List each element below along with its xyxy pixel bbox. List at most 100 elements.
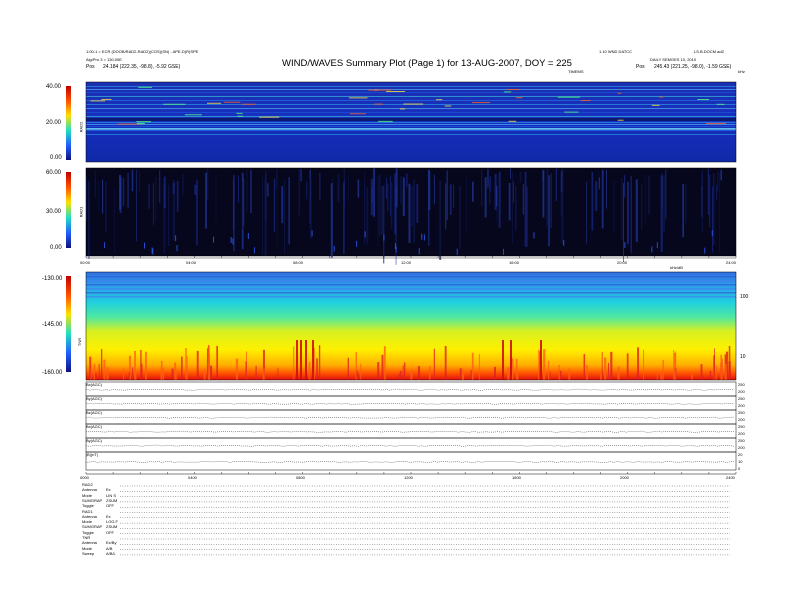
tnr-burst bbox=[103, 359, 106, 380]
rad2-feature bbox=[386, 91, 406, 93]
rad1-streak bbox=[606, 169, 608, 209]
rad2-band bbox=[86, 118, 736, 121]
rad1-streak bbox=[250, 169, 252, 214]
rad1-streak bbox=[445, 183, 447, 230]
rad2-ytick: 40.00 bbox=[46, 84, 62, 90]
rad1-streak bbox=[381, 186, 383, 235]
rad1-streak bbox=[215, 174, 217, 222]
rad2-band bbox=[86, 89, 736, 90]
bottom-time-label: 1600 bbox=[512, 475, 521, 480]
tnr-burst bbox=[101, 349, 103, 380]
line-panel-label: By(AGC) bbox=[86, 396, 102, 401]
rad2-feature bbox=[471, 102, 491, 104]
rad1-streak bbox=[495, 186, 498, 207]
tnr-burst bbox=[132, 367, 134, 380]
rad1-streak bbox=[550, 173, 552, 229]
rad1-streak bbox=[267, 183, 269, 197]
line-panel-frame bbox=[85, 395, 737, 411]
rad1-streak bbox=[623, 183, 624, 263]
rad1-streak bbox=[172, 182, 175, 194]
tnr-burst bbox=[538, 349, 540, 380]
header-left-line1: 1:00-1 = ECR (DOOB/RAD2-RAD2)(COS)(SN) -… bbox=[86, 49, 199, 54]
rad1-streak bbox=[512, 181, 514, 203]
top-time-label: 12:00 bbox=[401, 260, 412, 265]
rad2-feature bbox=[697, 98, 710, 100]
rad2-band bbox=[86, 112, 736, 113]
rad1-streak bbox=[665, 169, 667, 220]
tnr-ytick: -130.00 bbox=[42, 276, 63, 282]
rad1-streak bbox=[656, 242, 658, 249]
rad2-feature bbox=[374, 103, 383, 105]
tnr-burst bbox=[607, 363, 610, 380]
rad2-feature bbox=[207, 102, 222, 104]
tnr-burst bbox=[600, 373, 602, 380]
rad1-streak bbox=[138, 170, 141, 192]
rad2-feature bbox=[705, 123, 726, 125]
rad2-feature bbox=[101, 98, 112, 100]
tnr-burst bbox=[106, 367, 109, 380]
tnr-burst bbox=[502, 340, 504, 380]
rad2-feature bbox=[136, 121, 152, 123]
bottom-time-label: 1200 bbox=[404, 475, 413, 480]
tnr-burst bbox=[144, 351, 147, 380]
rad2-feature bbox=[444, 105, 452, 107]
rad1-streak bbox=[319, 172, 321, 201]
line-panel-tick: 250 bbox=[738, 424, 745, 429]
rad1-streak bbox=[238, 175, 240, 203]
rad1-streak bbox=[522, 183, 524, 215]
tnr-burst bbox=[207, 346, 210, 380]
rad2-feature bbox=[557, 96, 580, 98]
tnr-burst bbox=[583, 354, 586, 380]
rad1-streak bbox=[152, 248, 154, 255]
line-panel-label: |B|(nT) bbox=[86, 452, 99, 457]
rad1-streak bbox=[152, 183, 154, 225]
line-panel-frame bbox=[85, 381, 737, 397]
rad1-streak bbox=[423, 234, 425, 241]
tnr-burst bbox=[305, 340, 307, 380]
tnr-burst bbox=[459, 368, 462, 380]
rad1-streak bbox=[487, 168, 489, 189]
rad1-streak bbox=[413, 179, 416, 243]
tnr-burst bbox=[383, 346, 386, 380]
rad2-feature bbox=[259, 116, 280, 118]
rad1-streak bbox=[155, 176, 157, 222]
rad2-band bbox=[86, 116, 736, 117]
tnr-burst bbox=[162, 368, 165, 380]
rad1-streak bbox=[357, 179, 360, 198]
tnr-right-tick: 10 bbox=[740, 354, 746, 360]
bottom-time-label: 0000 bbox=[80, 475, 89, 480]
info-label: Mode bbox=[82, 545, 93, 551]
line-panel-tick: 0 bbox=[738, 466, 741, 471]
info-label: Toggle bbox=[82, 503, 94, 509]
rad2-band bbox=[86, 130, 736, 131]
rad2-band bbox=[86, 126, 736, 127]
rad1-streak bbox=[512, 172, 513, 244]
rad1-streak bbox=[275, 170, 277, 190]
rad1-streak bbox=[176, 245, 178, 252]
rad1-streak bbox=[563, 239, 565, 246]
rad1-streak bbox=[337, 174, 340, 202]
time-axis-bottom bbox=[85, 472, 737, 475]
line-series bbox=[85, 388, 735, 391]
rad1-ytick: 0.00 bbox=[50, 245, 62, 251]
tnr-burst bbox=[515, 358, 518, 380]
header-right-line1: 1.10 WND DATCC bbox=[599, 49, 633, 54]
tnr-burst bbox=[507, 367, 510, 380]
rad2-band bbox=[86, 134, 736, 135]
rad1-streak bbox=[143, 242, 145, 249]
rad1-streak bbox=[490, 176, 492, 193]
tnr-burst bbox=[568, 368, 571, 380]
rad1-streak bbox=[94, 170, 96, 198]
tnr-burst bbox=[444, 345, 447, 380]
rad1-streak bbox=[373, 168, 375, 217]
rad1-streak bbox=[136, 169, 137, 242]
rad1-streak bbox=[601, 169, 604, 229]
tnr-burst bbox=[493, 366, 496, 380]
tnr-burst bbox=[399, 370, 402, 380]
tnr-burst bbox=[540, 340, 542, 380]
rad1-streak bbox=[119, 174, 122, 210]
rad1-streak bbox=[333, 245, 335, 252]
tnr-burst bbox=[293, 346, 295, 380]
line-panel-tick: 200 bbox=[738, 445, 745, 450]
bottom-time-label: 0400 bbox=[188, 475, 197, 480]
